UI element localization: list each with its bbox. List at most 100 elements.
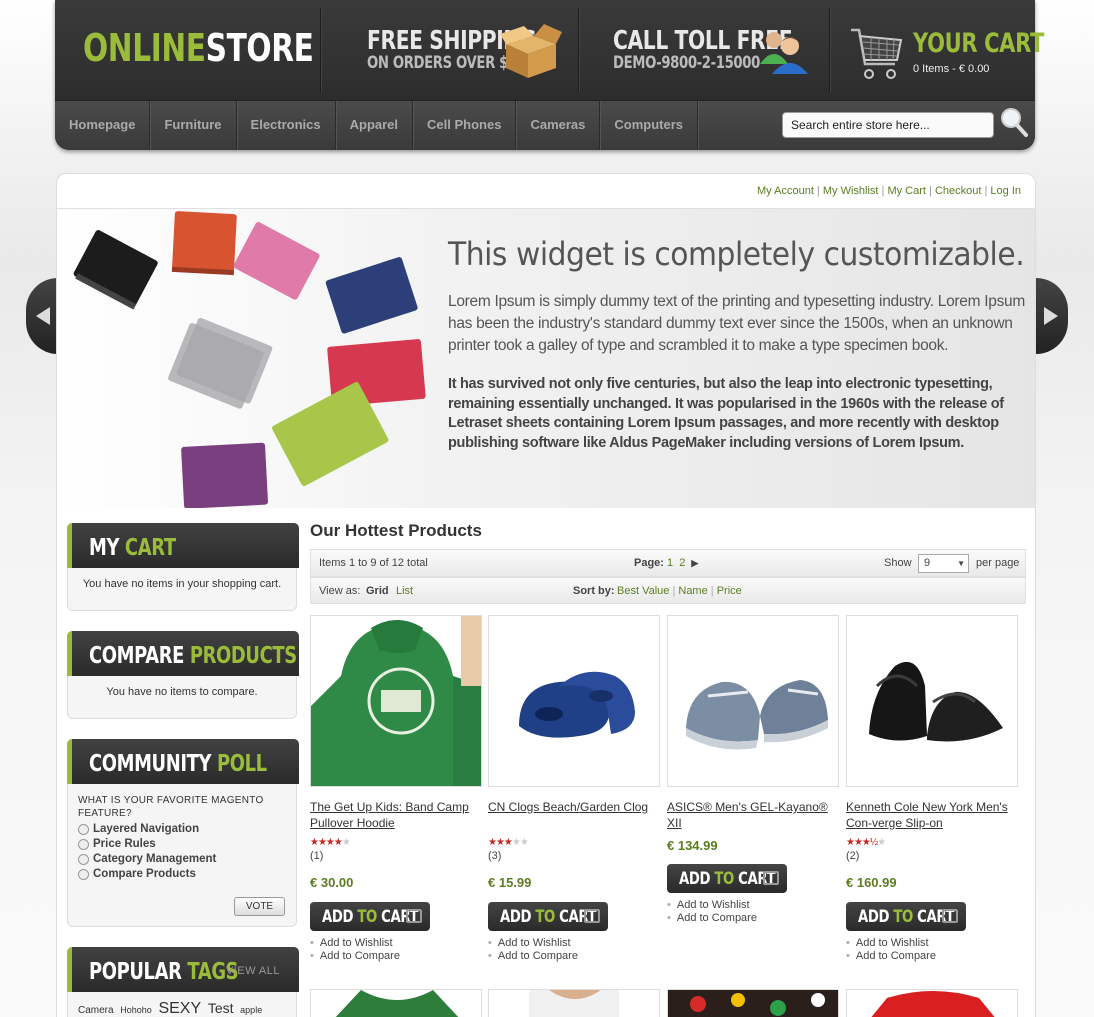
tag-link[interactable]: apple: [240, 1005, 262, 1015]
community-poll-block: COMMUNITY POLL WHAT IS YOUR FAVORITE MAG…: [67, 739, 299, 927]
community-poll-heading: COMMUNITY POLL: [67, 739, 299, 784]
nav-item-computers[interactable]: Computers: [600, 101, 699, 150]
pager-toolbar: Items 1 to 9 of 12 total Page: 1 2 ▶ Sho…: [310, 549, 1026, 577]
view-all-tags-link[interactable]: VIEW ALL: [226, 965, 280, 977]
poll-option[interactable]: Price Rules: [78, 838, 286, 850]
per-page-value: 9: [924, 557, 931, 569]
nav-item-cell-phones[interactable]: Cell Phones: [413, 101, 517, 150]
main-navigation: Homepage Furniture Electronics Apparel C…: [55, 100, 1035, 150]
add-to-compare-link[interactable]: Add to Compare: [310, 950, 482, 963]
product-image[interactable]: [488, 989, 660, 1017]
add-to-wishlist-link[interactable]: Add to Wishlist: [846, 937, 1018, 950]
poll-option-label: Category Management: [93, 853, 217, 865]
product-name-link[interactable]: CN Clogs Beach/Garden Clog: [488, 799, 660, 831]
add-to-wishlist-link[interactable]: Add to Wishlist: [310, 937, 482, 950]
add-to-cart-button[interactable]: ADD TO CART: [846, 902, 966, 931]
product-price: € 30.00: [310, 875, 354, 890]
product-image[interactable]: [310, 989, 482, 1017]
nav-item-apparel[interactable]: Apparel: [336, 101, 414, 150]
nav-item-cameras[interactable]: Cameras: [516, 101, 601, 150]
product-name-link[interactable]: ASICS® Men's GEL-Kayano® XII: [667, 799, 839, 831]
heading-word: COMPARE: [89, 643, 185, 669]
arrow-right-icon: [1044, 307, 1058, 325]
log-in-link[interactable]: Log In: [990, 185, 1021, 197]
product-name-link[interactable]: Kenneth Cole New York Men's Con-verge Sl…: [846, 799, 1018, 831]
tag-link[interactable]: Hohoho: [120, 1005, 152, 1015]
nav-item-electronics[interactable]: Electronics: [237, 101, 336, 150]
show-label: Show: [884, 557, 912, 569]
slider-next-button[interactable]: [1036, 278, 1068, 354]
page-link[interactable]: 2: [679, 557, 685, 569]
add-to-cart-button[interactable]: ADD TO CART: [488, 902, 608, 931]
product-card: Kenneth Cole New York Men's Con-verge Sl…: [846, 615, 1018, 963]
view-sort-toolbar: View as: Grid List Sort by: Best Value |…: [310, 577, 1026, 604]
my-cart-link[interactable]: My Cart: [887, 185, 926, 197]
review-count[interactable]: (2): [846, 850, 1018, 862]
page-link[interactable]: 1: [667, 557, 673, 569]
slider-prev-button[interactable]: [26, 278, 58, 354]
cart-title-cart: CART: [984, 28, 1044, 59]
section-title: Our Hottest Products: [310, 521, 482, 540]
add-to-compare-link[interactable]: Add to Compare: [488, 950, 660, 963]
review-count[interactable]: (3): [488, 850, 660, 862]
cart-icon: [942, 909, 958, 923]
atc-word: TO: [357, 907, 377, 927]
poll-option-label: Layered Navigation: [93, 823, 200, 835]
radio-button[interactable]: [78, 868, 89, 880]
atc-word: TO: [893, 907, 913, 927]
checkout-link[interactable]: Checkout: [935, 185, 981, 197]
radio-button[interactable]: [78, 853, 89, 865]
product-image-clog[interactable]: [488, 615, 660, 787]
vote-button[interactable]: VOTE: [234, 897, 285, 916]
add-to-cart-button[interactable]: ADD TO CART: [310, 902, 430, 931]
review-count[interactable]: (1): [310, 850, 482, 862]
my-wishlist-link[interactable]: My Wishlist: [823, 185, 879, 197]
product-image-hoodie[interactable]: [310, 615, 482, 787]
product-image[interactable]: [846, 989, 1018, 1017]
add-to-compare-link[interactable]: Add to Compare: [846, 950, 1018, 963]
add-to-cart-button[interactable]: ADD TO CART: [667, 864, 787, 893]
chevron-down-icon: ▼: [957, 559, 965, 568]
shopping-cart-icon[interactable]: [849, 24, 905, 90]
radio-button[interactable]: [78, 838, 89, 850]
header-cart-title: YOUR CART: [913, 30, 1044, 57]
view-grid[interactable]: Grid: [366, 578, 389, 605]
store-logo[interactable]: ONLINESTORE: [83, 26, 314, 70]
poll-option[interactable]: Category Management: [78, 853, 286, 865]
poll-option-label: Compare Products: [93, 868, 196, 880]
tag-link[interactable]: SEXY: [158, 1000, 201, 1017]
product-image-dress-shoe[interactable]: [846, 615, 1018, 787]
atc-word: ADD: [322, 907, 354, 927]
products-section: Our Hottest Products Items 1 to 9 of 12 …: [310, 521, 1026, 962]
tag-link[interactable]: Test: [208, 1000, 234, 1016]
sort-best-value[interactable]: Best Value: [617, 585, 669, 597]
my-account-link[interactable]: My Account: [757, 185, 814, 197]
page-label: Page:: [634, 557, 664, 569]
search-input[interactable]: Search entire store here...: [782, 112, 994, 138]
add-to-wishlist-link[interactable]: Add to Wishlist: [667, 899, 839, 912]
heading-word: POPULAR: [89, 959, 182, 985]
search-icon[interactable]: [999, 106, 1029, 138]
atc-word: ADD: [679, 869, 711, 889]
radio-button[interactable]: [78, 823, 89, 835]
add-to-compare-link[interactable]: Add to Compare: [667, 912, 839, 925]
poll-option[interactable]: Compare Products: [78, 868, 286, 880]
product-name-link[interactable]: The Get Up Kids: Band Camp Pullover Hood…: [310, 799, 482, 831]
header-cart[interactable]: YOUR CART 0 Items - € 0.00: [913, 30, 1081, 75]
product-image-sneaker[interactable]: [667, 615, 839, 787]
product-image[interactable]: [667, 989, 839, 1017]
nav-item-homepage[interactable]: Homepage: [55, 101, 151, 150]
header: ONLINESTORE FREE SHIPPING ON ORDERS OVER…: [55, 0, 1044, 150]
tag-link[interactable]: Camera: [78, 1005, 114, 1016]
poll-option[interactable]: Layered Navigation: [78, 823, 286, 835]
sort-name[interactable]: Name: [678, 585, 707, 597]
banner-paragraph-1: Lorem Ipsum is simply dummy text of the …: [448, 293, 1025, 354]
next-page-icon[interactable]: ▶: [691, 558, 698, 568]
view-list-link[interactable]: List: [396, 585, 413, 597]
product-card: The Get Up Kids: Band Camp Pullover Hood…: [310, 615, 482, 963]
sort-by-label: Sort by:: [573, 585, 615, 597]
add-to-wishlist-link[interactable]: Add to Wishlist: [488, 937, 660, 950]
per-page-select[interactable]: 9 ▼: [918, 554, 969, 573]
sort-price[interactable]: Price: [717, 585, 742, 597]
nav-item-furniture[interactable]: Furniture: [150, 101, 237, 150]
